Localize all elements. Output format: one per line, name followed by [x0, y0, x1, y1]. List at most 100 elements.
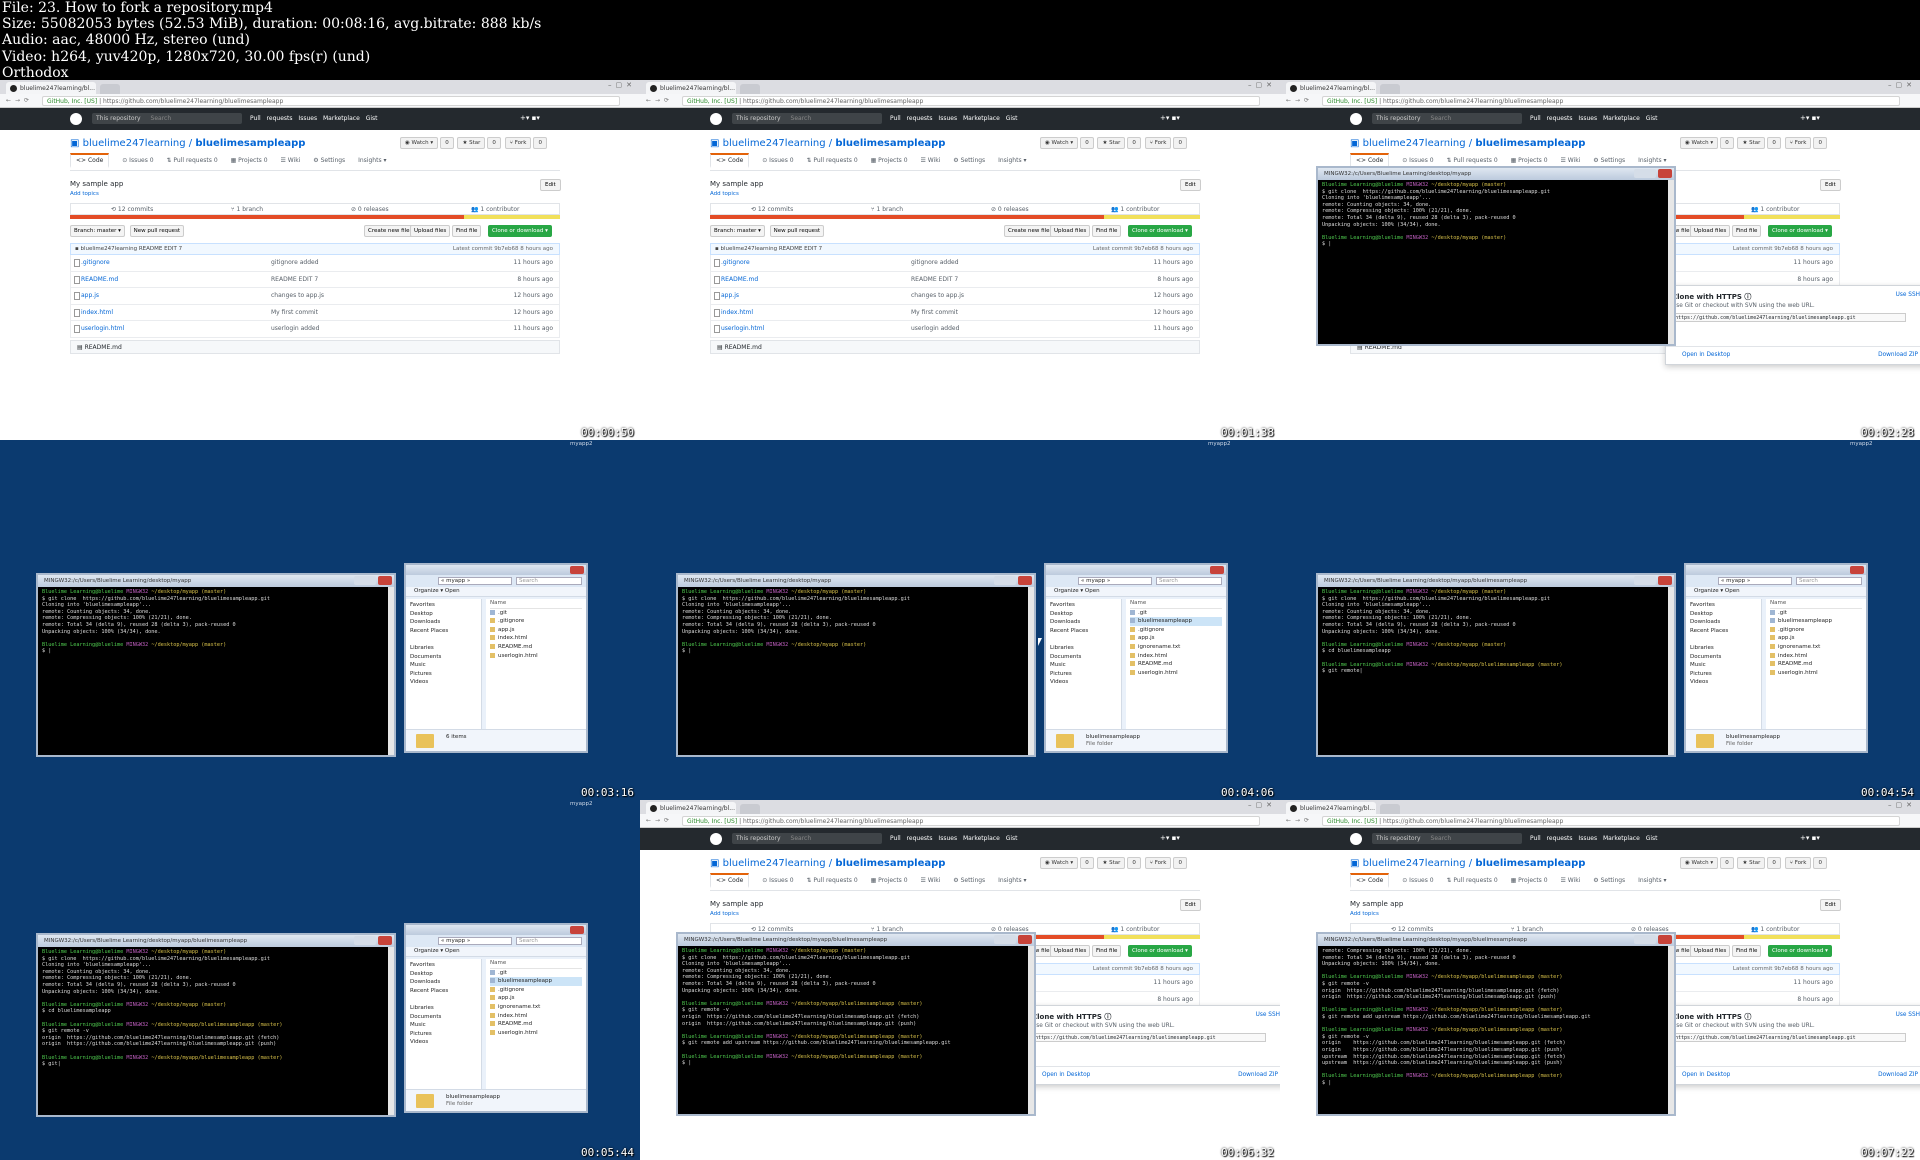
nav-gist[interactable]: Gist [1646, 835, 1658, 842]
table-row[interactable]: index.html My first commit 12 hours ago [70, 304, 560, 321]
edit-button[interactable]: Edit [1180, 179, 1201, 191]
file-commit-msg[interactable]: README EDIT 7 [911, 276, 958, 283]
nav-item[interactable]: Music [410, 1021, 477, 1030]
new-pr-button[interactable]: New pull request [769, 225, 825, 237]
tab-insights[interactable]: Insights ▾ [358, 157, 386, 164]
add-topics-link[interactable]: Add topics [70, 191, 99, 197]
list-item[interactable]: ignorename.txt [490, 1003, 582, 1012]
explorer-address[interactable]: « myapp » Search [1046, 575, 1226, 587]
tab-projects[interactable]: ▦ Projects 0 [871, 157, 908, 164]
search-input[interactable]: This repository Search [1372, 833, 1522, 844]
address-bar[interactable]: GitHub, Inc. [US] | https://github.com/b… [1322, 816, 1900, 826]
nav-marketplace[interactable]: Marketplace [323, 115, 360, 122]
clone-url-input[interactable]: https://github.com/bluelime247learning/b… [1672, 313, 1906, 322]
explorer-path[interactable]: « myapp » [438, 937, 512, 945]
explorer-search[interactable]: Search [516, 937, 582, 945]
github-logo-icon[interactable] [70, 113, 82, 125]
file-commit-msg[interactable]: changes to app.js [271, 292, 324, 299]
file-commit-msg[interactable]: My first commit [271, 309, 318, 316]
tab-pull-requests[interactable]: ⇅ Pull requests 0 [166, 157, 217, 164]
fork-button[interactable]: ⑂ Fork [1144, 857, 1172, 869]
list-item[interactable]: .gitignore [1770, 626, 1862, 635]
nav-item[interactable]: Documents [1690, 653, 1757, 662]
tab-pull-requests[interactable]: ⇅ Pull requests 0 [1446, 157, 1497, 164]
close-icon[interactable] [378, 576, 392, 585]
terminal-output[interactable]: Bluelime Learning@bluelime MINGW32 ~/des… [678, 587, 1034, 657]
window-controls[interactable]: –▢✕ [1248, 81, 1276, 89]
tab-projects[interactable]: ▦ Projects 0 [231, 157, 268, 164]
address-bar[interactable]: GitHub, Inc. [US] | https://github.com/b… [1322, 96, 1900, 106]
clone-download-button[interactable]: Clone or download ▾ [1128, 225, 1192, 237]
nav-issues[interactable]: Issues [938, 115, 957, 122]
fork-button[interactable]: ⑂ Fork [1784, 857, 1812, 869]
fork-button[interactable]: ⑂ Fork [1784, 137, 1812, 149]
window-controls[interactable]: –▢✕ [608, 81, 636, 89]
list-item[interactable]: index.html [1130, 652, 1222, 661]
tab-insights[interactable]: Insights ▾ [1638, 877, 1666, 884]
tab-issues[interactable]: ⊙ Issues 0 [762, 877, 793, 884]
table-row[interactable]: app.js changes to app.js 12 hours ago [70, 288, 560, 305]
list-item[interactable]: README.md [1770, 660, 1862, 669]
tab-pull-requests[interactable]: ⇅ Pull requests 0 [806, 157, 857, 164]
close-icon[interactable] [1850, 566, 1864, 574]
column-header[interactable]: Name [1770, 599, 1862, 609]
nav-arrows-icon[interactable]: ←→⟳ [646, 817, 673, 824]
use-ssh-link[interactable]: Use SSH [1896, 1012, 1920, 1018]
star-button[interactable]: ★ Star [1737, 857, 1766, 869]
file-name[interactable]: index.html [74, 308, 113, 317]
browser-tab[interactable]: bluelime247learning/bl... [6, 82, 96, 94]
tab-insights[interactable]: Insights ▾ [1638, 157, 1666, 164]
window-controls[interactable]: –▢✕ [1248, 801, 1276, 809]
nav-item[interactable]: Recent Places [410, 987, 477, 996]
file-explorer[interactable]: « myapp » Search Organize ▾ Open Favorite… [1684, 563, 1868, 753]
tab-wiki[interactable]: ☰ Wiki [1560, 157, 1580, 164]
nav-item[interactable]: Music [1050, 661, 1117, 670]
repo-owner[interactable]: bluelime247learning [83, 138, 186, 149]
nav-item[interactable]: Videos [410, 678, 477, 687]
watch-button[interactable]: ◉ Watch ▾ [1680, 137, 1719, 149]
branches-stat[interactable]: ⑂ 1 branch [231, 206, 263, 213]
list-item[interactable]: userlogin.html [1130, 669, 1222, 678]
tab-code[interactable]: <> Code [1350, 873, 1390, 888]
nav-item[interactable]: Favorites [1690, 601, 1757, 610]
table-row[interactable]: .gitignore gitignore added 11 hours ago [710, 255, 1200, 272]
nav-pull-requests[interactable]: Pull requests [890, 835, 933, 842]
file-commit-msg[interactable]: My first commit [911, 309, 958, 316]
file-explorer[interactable]: « myapp » Search Organize ▾ Open Favorite… [1044, 563, 1228, 753]
commits-stat[interactable]: ⟲ 12 commits [111, 206, 153, 213]
nav-item[interactable]: Videos [410, 1038, 477, 1047]
file-name[interactable]: userlogin.html [713, 325, 764, 333]
nav-arrows-icon[interactable]: ←→⟳ [1286, 817, 1313, 824]
nav-item[interactable]: Pictures [410, 1030, 477, 1039]
table-row[interactable]: .gitignore gitignore added 11 hours ago [70, 255, 560, 272]
close-icon[interactable] [1018, 935, 1032, 944]
commit-latest[interactable]: Latest commit 9b7eb68 8 hours ago [1733, 246, 1833, 252]
tab-wiki[interactable]: ☰ Wiki [920, 877, 940, 884]
upload-files-button[interactable]: Upload files [1690, 945, 1731, 957]
nav-issues[interactable]: Issues [938, 835, 957, 842]
star-button[interactable]: ★ Star [1737, 137, 1766, 149]
add-topics-link[interactable]: Add topics [710, 911, 739, 917]
nav-item[interactable]: Desktop [1690, 610, 1757, 619]
plus-avatar-menu[interactable]: +▾ ▪▾ [1160, 114, 1180, 122]
tab-settings[interactable]: ⚙ Settings [1593, 877, 1625, 884]
explorer-search[interactable]: Search [1156, 577, 1222, 585]
search-input[interactable]: This repository Search [1372, 113, 1522, 124]
edit-button[interactable]: Edit [1820, 899, 1841, 911]
nav-item[interactable]: Music [1690, 661, 1757, 670]
table-row[interactable]: userlogin.html userlogin added 11 hours ag… [70, 321, 560, 338]
tab-code[interactable]: <> Code [710, 873, 750, 888]
tab-wiki[interactable]: ☰ Wiki [1560, 877, 1580, 884]
commits-stat[interactable]: ⟲ 12 commits [751, 206, 793, 213]
fork-button[interactable]: ⑂ Fork [1144, 137, 1172, 149]
explorer-path[interactable]: « myapp » [1078, 577, 1152, 585]
file-commit-msg[interactable]: userlogin added [911, 325, 959, 332]
contributors-stat[interactable]: 👥 1 contributor [1751, 926, 1799, 933]
table-row[interactable]: README.md README EDIT 7 8 hours ago [70, 271, 560, 288]
address-bar[interactable]: GitHub, Inc. [US] | https://github.com/b… [682, 96, 1260, 106]
git-bash-terminal[interactable]: MINGW32:/c/Users/Bluelime Learning/deskt… [1316, 932, 1676, 1116]
watch-button[interactable]: ◉ Watch ▾ [400, 137, 439, 149]
use-ssh-link[interactable]: Use SSH [1896, 292, 1920, 298]
nav-item[interactable]: Desktop [410, 610, 477, 619]
add-topics-link[interactable]: Add topics [1350, 911, 1379, 917]
